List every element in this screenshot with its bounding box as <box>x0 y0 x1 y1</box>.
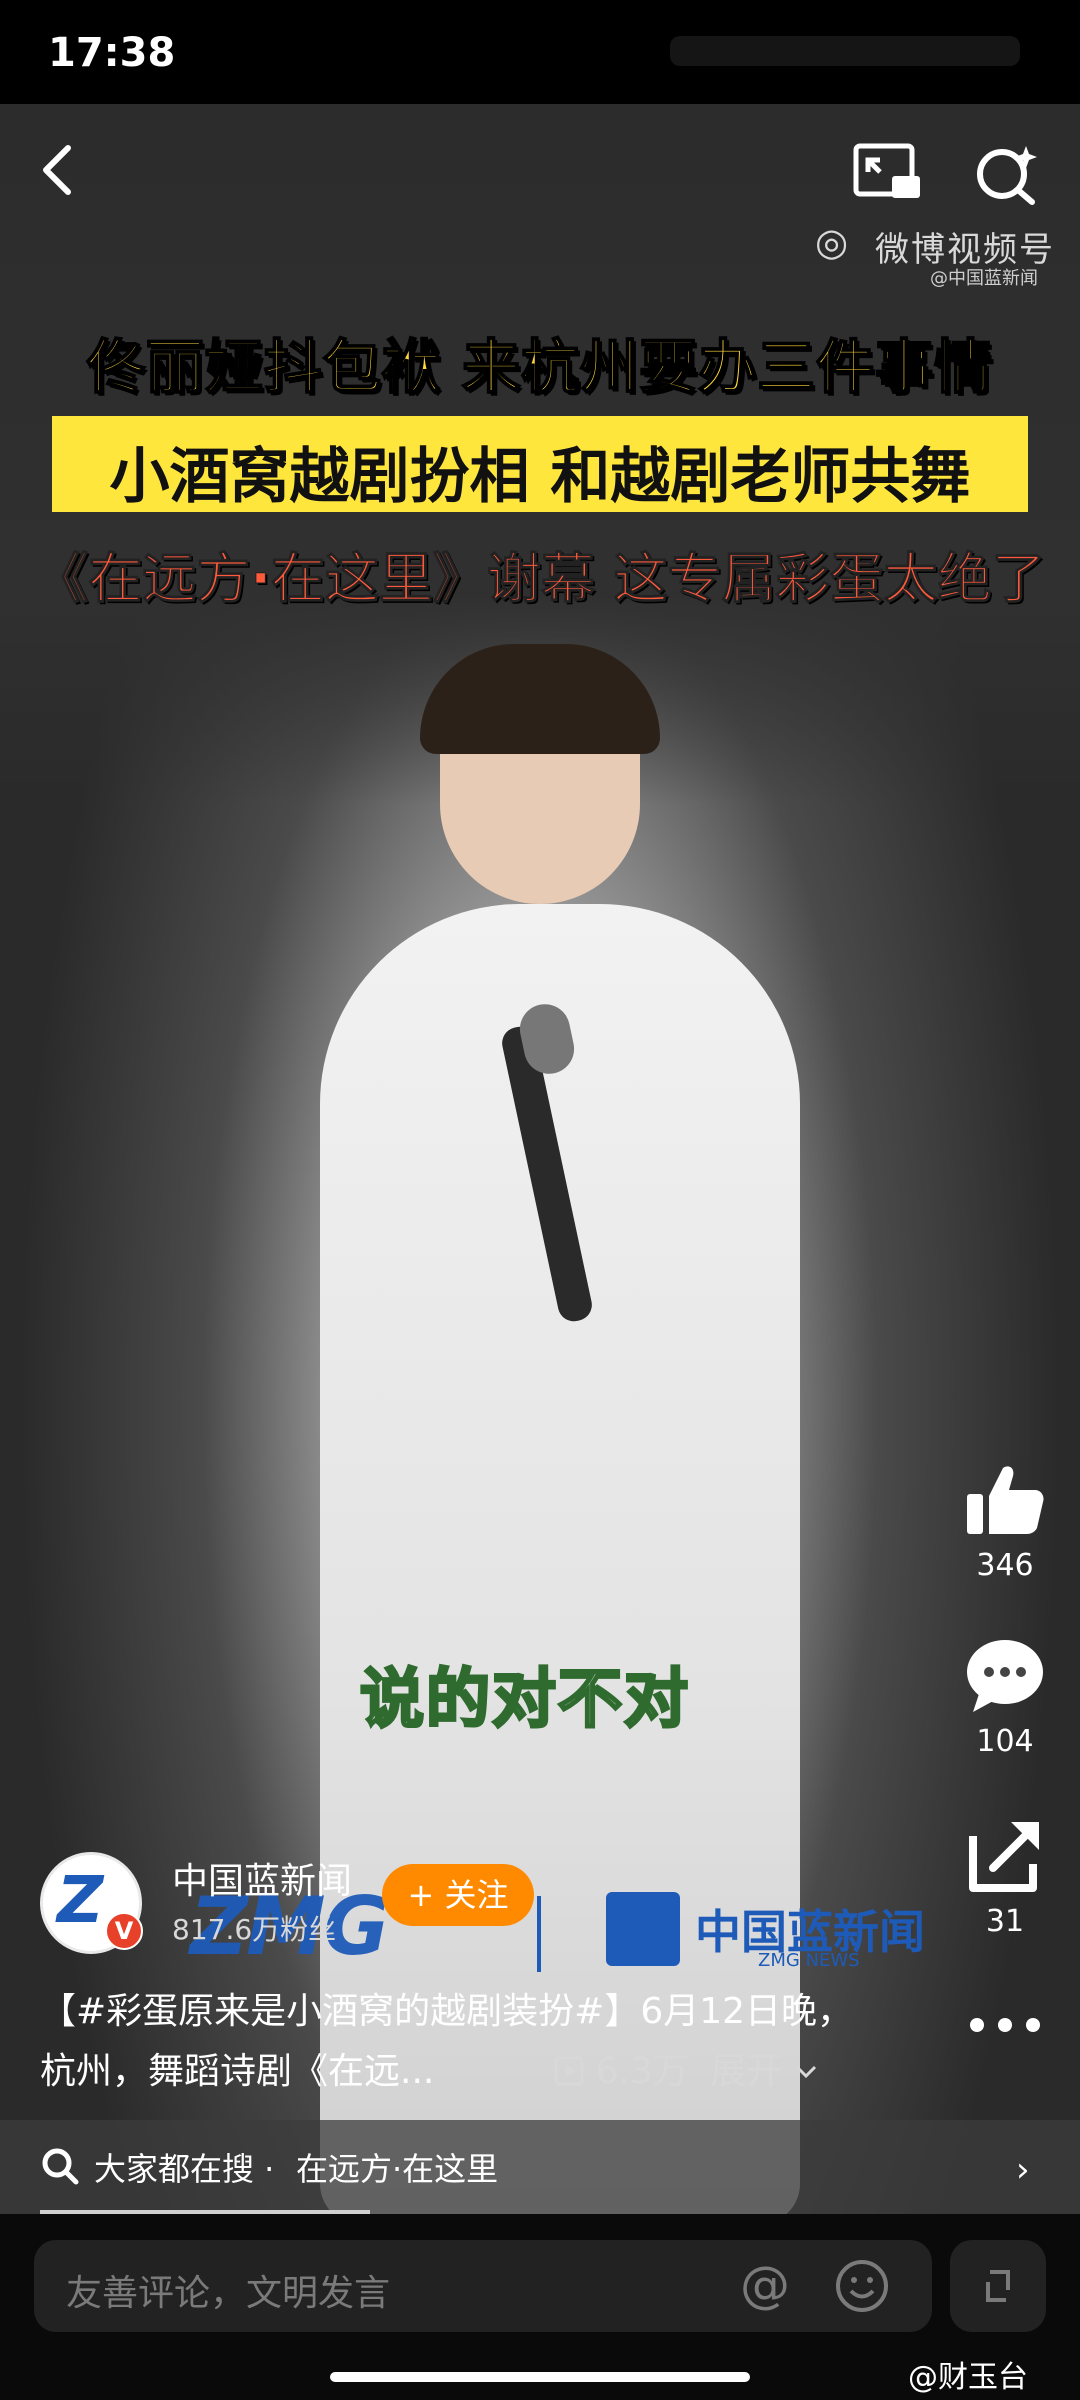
back-icon <box>43 145 71 195</box>
comment-icon <box>967 1640 1043 1712</box>
play-count-icon <box>554 2056 584 2086</box>
avatar-logo-icon: Z <box>57 1864 104 1938</box>
expand-comment-button[interactable] <box>950 2240 1046 2332</box>
author-fans: 817.6万粉丝 <box>172 1913 337 1946</box>
like-count: 346 <box>976 1548 1034 1583</box>
zmg-news-logo-icon <box>606 1892 680 1966</box>
more-button[interactable] <box>965 2010 1045 2040</box>
search-icon <box>977 146 1037 205</box>
chevron-right-icon: › <box>1016 2150 1030 2190</box>
verified-badge: V <box>105 1912 143 1950</box>
comment-button[interactable]: 104 <box>940 1636 1070 1759</box>
comment-placeholder: 友善评论，文明发言 <box>66 2273 391 2314</box>
expand-icon <box>986 2270 1010 2302</box>
chevron-down-icon <box>796 2065 817 2079</box>
at-icon[interactable]: @ <box>740 2260 790 2310</box>
search-suggestion-prefix: 大家都在搜 · <box>94 2150 275 2188</box>
headline-line1: 佟丽娅抖包袱 来杭州要办三件事情 <box>86 332 994 402</box>
status-time: 17:38 <box>48 30 176 76</box>
share-icon <box>969 1822 1039 1892</box>
status-icons-blurred <box>670 36 1020 66</box>
share-button[interactable]: 31 <box>940 1816 1070 1939</box>
view-count-value: 6.3万 <box>595 2051 689 2092</box>
headline-line3: 《在远方·在这里》谢幕 这专属彩蛋太绝了 <box>34 547 1046 611</box>
status-bar: 17:38 <box>0 0 1080 104</box>
source-watermark: ◎ 微博视频号 @中国蓝新闻 <box>815 216 1055 289</box>
share-count: 31 <box>985 1904 1025 1939</box>
pip-button[interactable] <box>852 140 924 204</box>
more-icon <box>970 2018 1040 2032</box>
follow-button[interactable]: + 关注 <box>382 1864 534 1926</box>
home-indicator <box>330 2372 750 2382</box>
watermark-divider <box>537 1896 541 1972</box>
back-button[interactable] <box>30 140 90 200</box>
search-suggestion-term[interactable]: 在远方·在这里 <box>296 2144 498 2190</box>
search-button[interactable] <box>970 140 1042 208</box>
pip-icon <box>853 143 920 198</box>
source-handle: @中国蓝新闻 <box>930 268 1038 289</box>
author-name[interactable]: 中国蓝新闻 <box>172 1852 352 1904</box>
expand-label: 展开 <box>710 2051 783 2092</box>
view-count: 6.3万 <box>554 2042 689 2094</box>
corner-watermark: @财玉台 <box>908 2360 1028 2395</box>
like-button[interactable]: 346 <box>940 1460 1070 1583</box>
video-subtitle: 说的对不对 <box>359 1662 690 1739</box>
emoji-icon[interactable] <box>834 2258 890 2314</box>
watermark-brand-sub: ZMG NEWS <box>758 1950 860 1971</box>
like-icon <box>967 1466 1044 1534</box>
headline-line2: 小酒窝越剧扮相 和越剧老师共舞 <box>109 442 971 512</box>
comment-count: 104 <box>976 1724 1034 1759</box>
weibo-logo-icon: ◎ <box>815 220 849 264</box>
search-suggestion-icon <box>42 2148 79 2185</box>
expand-description-button[interactable]: 展开 <box>710 2042 819 2094</box>
